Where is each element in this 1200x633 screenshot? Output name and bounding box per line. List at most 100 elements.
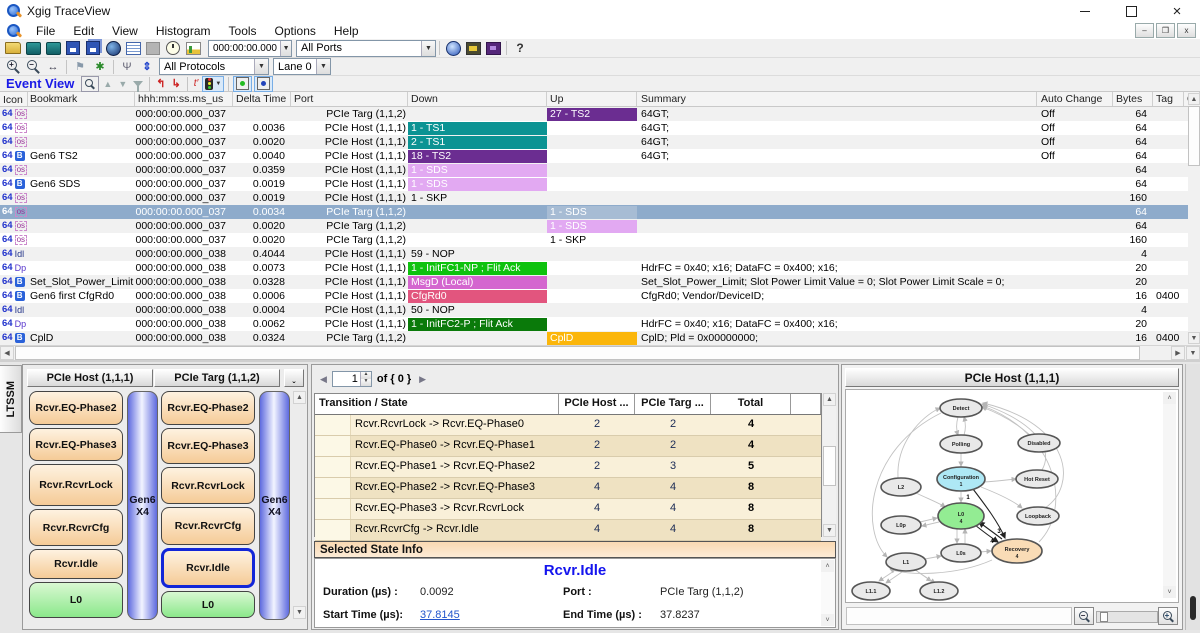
diagram-node-loopback[interactable]: Loopback bbox=[1017, 507, 1059, 525]
event-table-vscrollbar[interactable]: ▲ ▼ bbox=[1188, 93, 1200, 344]
event-row[interactable]: 64Dp000:00:00.000_0380.0062PCIe Host (1,… bbox=[0, 317, 1200, 331]
column-header-bytes[interactable]: Bytes bbox=[1113, 92, 1153, 106]
menu-edit[interactable]: Edit bbox=[64, 22, 103, 39]
mdi-restore-button[interactable]: ❒ bbox=[1156, 23, 1175, 38]
ltssm-state-rcvr-rcvrlock[interactable]: Rcvr.RcvrLock bbox=[161, 467, 255, 504]
event-row[interactable]: 64os000:00:00.000_0370.0020PCIe Targ (1,… bbox=[0, 233, 1200, 247]
edge-scroll-thumb[interactable] bbox=[1190, 596, 1196, 620]
traffic-light-icon[interactable]: ▼ bbox=[202, 76, 224, 92]
start-time-link[interactable]: 37.8145 bbox=[420, 609, 460, 621]
diagram-node-l1-1[interactable]: L1.1 bbox=[852, 582, 890, 600]
lane-combobox[interactable]: Lane 0▼ bbox=[273, 58, 331, 75]
search-tool-icon[interactable]: Ψ bbox=[118, 59, 136, 74]
transition-row[interactable]: Rcvr.EQ-Phase1 -> Rcvr.EQ-Phase2235 bbox=[315, 457, 821, 478]
event-row[interactable]: 64BCplD000:00:00.000_0380.0324PCIe Targ … bbox=[0, 331, 1200, 345]
report-icon[interactable] bbox=[184, 41, 202, 56]
diagram-node-l1-2[interactable]: L1.2 bbox=[920, 582, 958, 600]
event-row[interactable]: 64BGen6 SDS000:00:00.000_0370.0019PCIe H… bbox=[0, 177, 1200, 191]
tag-icon[interactable]: ⚑ bbox=[71, 59, 89, 74]
diagram-header[interactable]: PCIe Host (1,1,1) bbox=[845, 368, 1179, 387]
expand-collapse-icon[interactable]: ⇕ bbox=[138, 59, 156, 74]
event-row[interactable]: 64os000:00:00.000_0370.0034PCIe Targ (1,… bbox=[0, 205, 1200, 219]
event-row[interactable]: 64Dp000:00:00.000_0380.0073PCIe Host (1,… bbox=[0, 261, 1200, 275]
capture-view-icon[interactable] bbox=[104, 41, 122, 56]
diagram-node-polling[interactable]: Polling bbox=[940, 435, 982, 453]
menu-file[interactable]: File bbox=[27, 22, 64, 39]
event-row[interactable]: 64BGen6 TS2000:00:00.000_0370.0040PCIe H… bbox=[0, 149, 1200, 163]
event-row[interactable]: 64BGen6 first CfgRd0000:00:00.000_0380.0… bbox=[0, 289, 1200, 303]
diagram-zoom-out-button[interactable]: − bbox=[1074, 607, 1094, 625]
ltssm-state-l0[interactable]: L0 bbox=[29, 582, 123, 618]
transition-row[interactable]: Rcvr.RcvrLock -> Rcvr.EQ-Phase0224 bbox=[315, 415, 821, 436]
event-row[interactable]: 64Idl000:00:00.000_0380.4044PCIe Host (1… bbox=[0, 247, 1200, 261]
diagram-node-recovery[interactable]: Recovery4 bbox=[992, 539, 1042, 563]
delta-time-icon[interactable]: t′ bbox=[192, 77, 201, 91]
page-prev-icon[interactable]: ◀ bbox=[320, 374, 327, 385]
goto-event-icon[interactable] bbox=[81, 76, 99, 92]
transition-row[interactable]: Rcvr.EQ-Phase0 -> Rcvr.EQ-Phase1224 bbox=[315, 436, 821, 457]
ltssm-state-rcvr-eq-phase2[interactable]: Rcvr.EQ-Phase2 bbox=[161, 391, 255, 425]
event-row[interactable]: 64os000:00:00.000_0370.0020PCIe Host (1,… bbox=[0, 135, 1200, 149]
diagram-node-l0s[interactable]: L0s bbox=[941, 544, 981, 562]
protocols-combobox[interactable]: All Protocols▼ bbox=[159, 58, 269, 75]
diagram-node-hot-reset[interactable]: Hot Reset bbox=[1016, 470, 1058, 488]
column-header-auto-change[interactable]: Auto Change bbox=[1037, 92, 1113, 106]
diagram-node-detect[interactable]: Detect bbox=[940, 399, 982, 417]
zoom-in-icon[interactable]: + bbox=[4, 59, 22, 74]
info-vscrollbar[interactable]: ˄ ˅ bbox=[821, 560, 835, 626]
fit-width-icon[interactable]: ↔ bbox=[44, 59, 62, 74]
event-row[interactable]: 64Idl000:00:00.000_0380.0004PCIe Host (1… bbox=[0, 303, 1200, 317]
transition-row[interactable]: Rcvr.RcvrCfg -> Rcvr.Idle448 bbox=[315, 520, 821, 541]
diagram-node-l2[interactable]: L2 bbox=[881, 478, 921, 496]
time-info-icon[interactable] bbox=[444, 41, 462, 56]
tab-ltssm[interactable]: LTSSM bbox=[0, 365, 22, 433]
menu-tools[interactable]: Tools bbox=[220, 22, 266, 39]
ltssm-vscrollbar[interactable]: ▲ ▼ bbox=[293, 391, 306, 619]
ltssm-state-rcvr-eq-phase2[interactable]: Rcvr.EQ-Phase2 bbox=[29, 391, 123, 425]
event-row[interactable]: 64os000:00:00.000_0370.0019PCIe Host (1,… bbox=[0, 191, 1200, 205]
ltssm-state-rcvr-rcvrcfg[interactable]: Rcvr.RcvrCfg bbox=[29, 509, 123, 546]
transition-row[interactable]: Rcvr.EQ-Phase2 -> Rcvr.EQ-Phase3448 bbox=[315, 478, 821, 499]
diagram-node-l1[interactable]: L1 bbox=[886, 553, 926, 571]
column-header-icon[interactable]: Icon bbox=[0, 92, 28, 106]
ltssm-state-rcvr-idle[interactable]: Rcvr.Idle bbox=[161, 548, 255, 588]
marker-green-icon[interactable] bbox=[233, 76, 252, 92]
transition-column-2[interactable]: PCIe Targ ... bbox=[635, 394, 711, 414]
diagram-node-l0p[interactable]: L0p bbox=[881, 516, 921, 534]
diagram-node-disabled[interactable]: Disabled bbox=[1018, 434, 1060, 452]
ltssm-host-header[interactable]: PCIe Host (1,1,1) bbox=[27, 369, 153, 387]
transition-row[interactable]: Rcvr.EQ-Phase3 -> Rcvr.RcvrLock448 bbox=[315, 499, 821, 520]
event-row[interactable]: 64os000:00:00.000_0370.0359PCIe Host (1,… bbox=[0, 163, 1200, 177]
transition-column-1[interactable]: PCIe Host ... bbox=[559, 394, 635, 414]
minimize-button[interactable] bbox=[1062, 0, 1108, 22]
diagram-node-l0[interactable]: L04 bbox=[938, 503, 984, 529]
column-header-bookmark[interactable]: Bookmark bbox=[28, 92, 135, 106]
maximize-button[interactable] bbox=[1108, 0, 1154, 22]
open-trace-icon[interactable] bbox=[24, 41, 42, 56]
save-all-icon[interactable] bbox=[84, 41, 102, 56]
save-icon[interactable] bbox=[64, 41, 82, 56]
marker-blue-icon[interactable] bbox=[254, 76, 273, 92]
ltssm-state-rcvr-rcvrcfg[interactable]: Rcvr.RcvrCfg bbox=[161, 507, 255, 545]
diagram-zoom-in-button[interactable]: + bbox=[1158, 607, 1178, 625]
zoom-out-icon[interactable]: − bbox=[24, 59, 42, 74]
mdi-minimize-button[interactable]: – bbox=[1135, 23, 1154, 38]
ltssm-state-rcvr-rcvrlock[interactable]: Rcvr.RcvrLock bbox=[29, 464, 123, 506]
transition-column-0[interactable]: Transition / State bbox=[315, 394, 559, 414]
event-row[interactable]: 64BSet_Slot_Power_Limit000:00:00.000_038… bbox=[0, 275, 1200, 289]
menu-options[interactable]: Options bbox=[266, 22, 325, 39]
open-capture-icon[interactable] bbox=[44, 41, 62, 56]
snap-icon[interactable]: ✱ bbox=[91, 59, 109, 74]
diagram-vscrollbar[interactable]: ˄ ˅ bbox=[1163, 392, 1176, 598]
jump-forward-icon[interactable]: ↳ bbox=[169, 77, 182, 91]
help-icon[interactable]: ? bbox=[511, 41, 529, 56]
open-file-icon[interactable] bbox=[4, 41, 22, 56]
mdi-close-button[interactable]: x bbox=[1177, 23, 1196, 38]
diagram-canvas[interactable]: DetectPollingDisabledConfiguration1Hot R… bbox=[845, 389, 1179, 603]
column-header-up[interactable]: Up bbox=[547, 92, 637, 106]
event-table-hscrollbar[interactable]: ◀ ▶ ▼ bbox=[0, 345, 1200, 361]
column-header-down[interactable]: Down bbox=[408, 92, 547, 106]
menu-view[interactable]: View bbox=[103, 22, 147, 39]
ltssm-state-l0[interactable]: L0 bbox=[161, 591, 255, 618]
timer-icon[interactable] bbox=[164, 41, 182, 56]
